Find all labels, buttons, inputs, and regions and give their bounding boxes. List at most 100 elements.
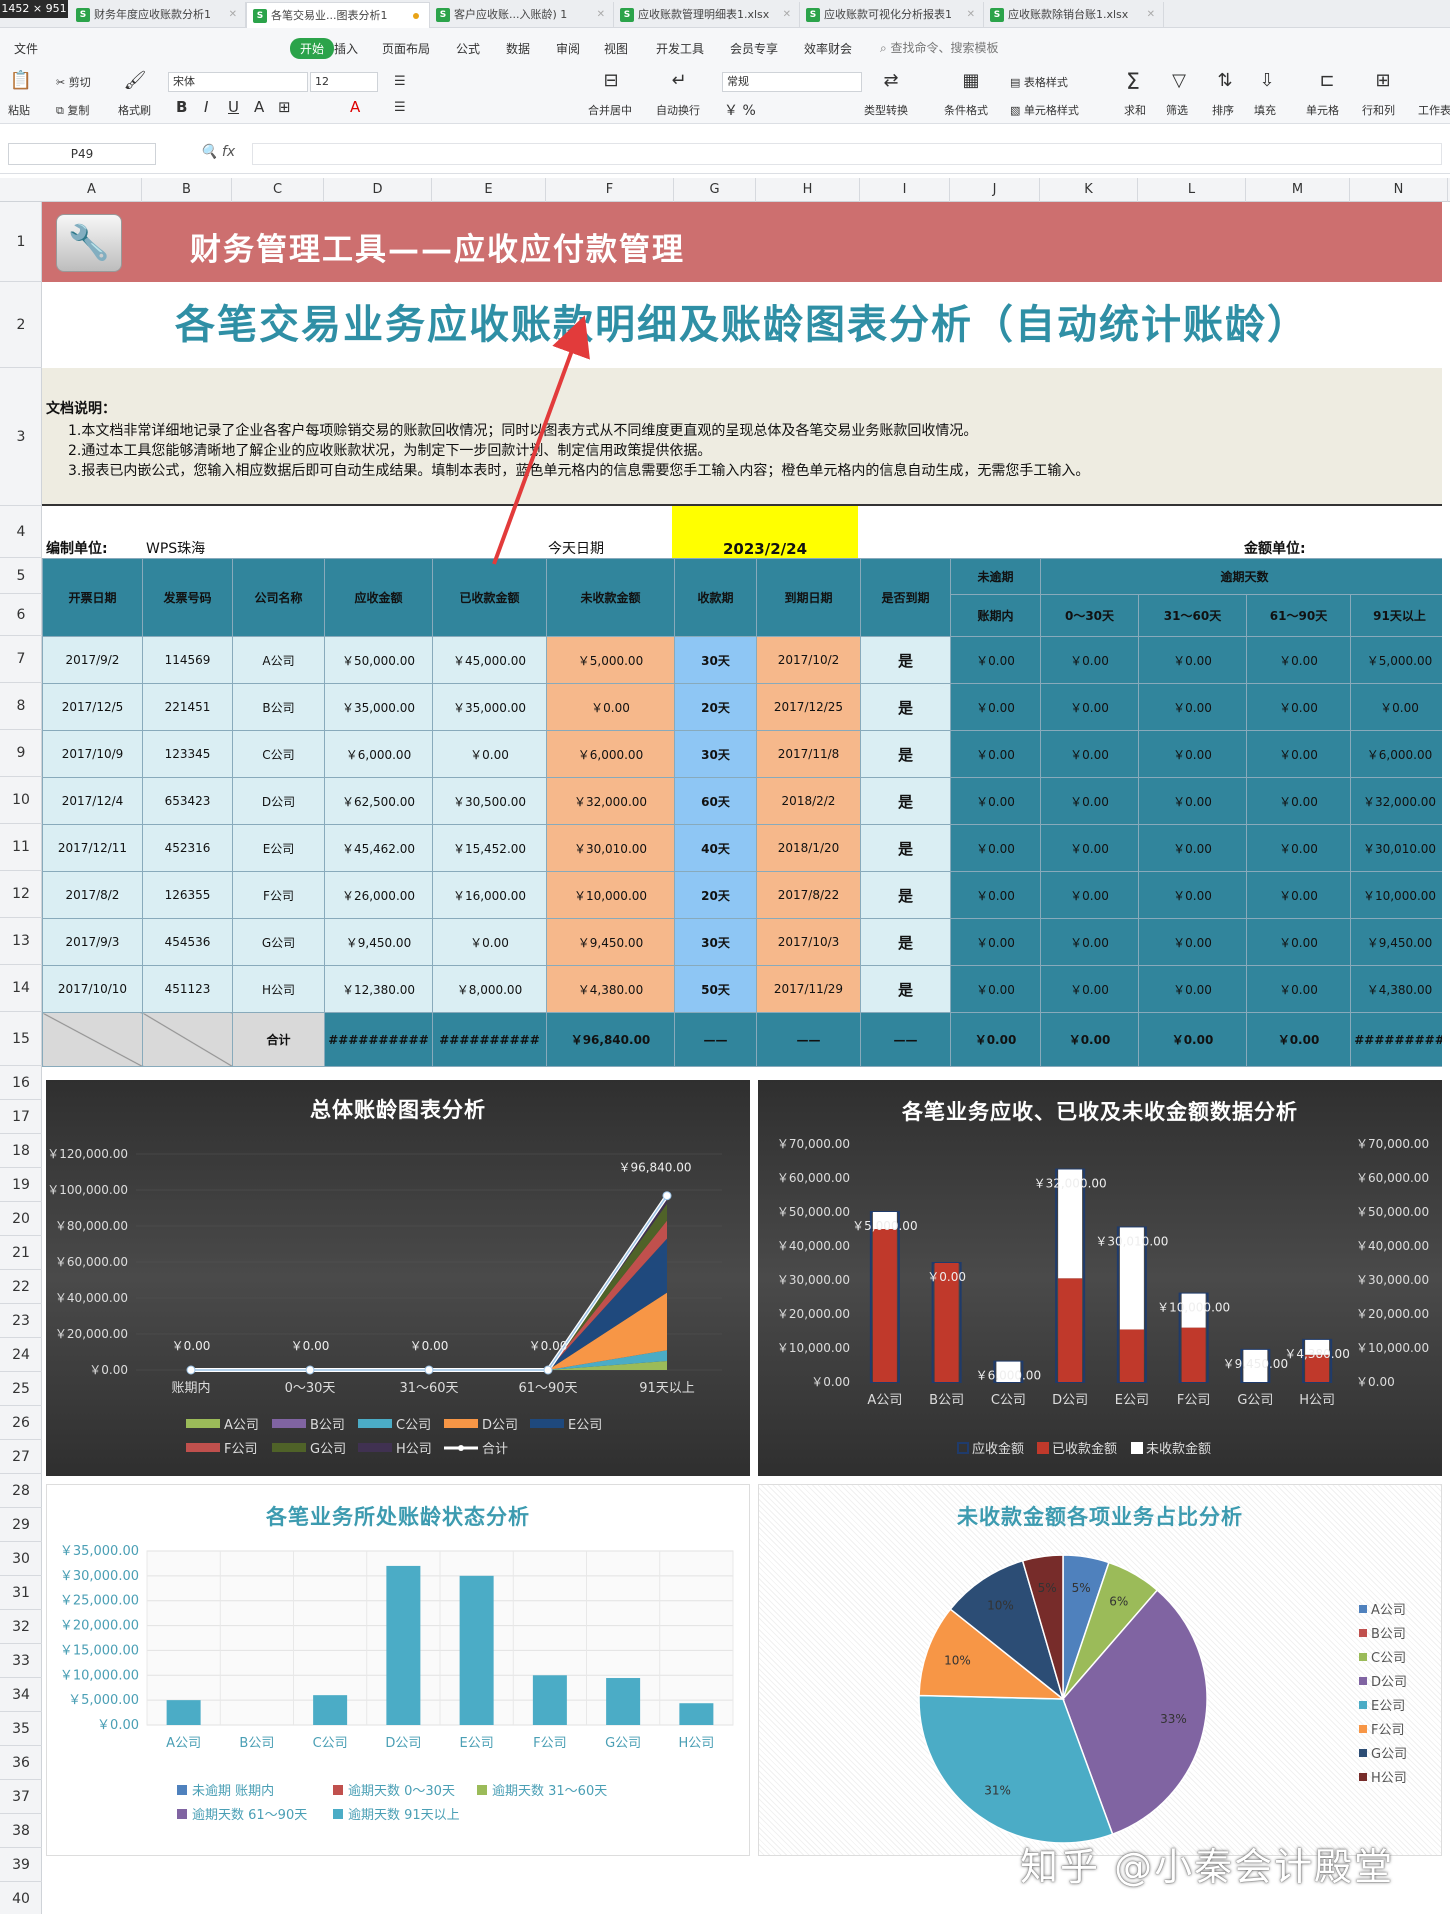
received-cell[interactable]: ￥16,000.00: [432, 871, 547, 919]
copy-button[interactable]: ⧉ 复制: [56, 102, 89, 118]
invoice-number-cell[interactable]: 452316: [142, 824, 233, 872]
search-box[interactable]: ⌕ 查找命令、搜索模板: [880, 39, 999, 56]
font-family-select[interactable]: 宋体: [168, 72, 308, 92]
column-header[interactable]: C: [232, 178, 324, 202]
group-header-overdue[interactable]: 逾期天数: [1039, 558, 1442, 595]
company-cell[interactable]: C公司: [232, 730, 325, 778]
column-header[interactable]: D: [324, 178, 432, 202]
cell-style-button[interactable]: ▧ 单元格样式: [1010, 102, 1079, 118]
is-due-cell[interactable]: 是: [860, 636, 951, 684]
overdue-91-plus-cell[interactable]: ￥4,380.00: [1349, 965, 1442, 1013]
within-term-cell[interactable]: ￥0.00: [950, 777, 1041, 825]
close-icon[interactable]: ✕: [783, 2, 791, 28]
format-painter-button[interactable]: 格式刷: [118, 102, 151, 118]
currency-button[interactable]: ￥ %: [724, 100, 756, 120]
align-top-icon[interactable]: ☰: [394, 74, 406, 89]
overdue-31-60-cell[interactable]: ￥0.00: [1138, 777, 1247, 825]
row-header[interactable]: 25: [0, 1372, 42, 1406]
invoice-date-cell[interactable]: 2017/12/4: [42, 777, 143, 825]
overdue-61-90-cell[interactable]: ￥0.00: [1246, 730, 1351, 778]
function-icon[interactable]: 🔍 fx: [200, 144, 235, 160]
cut-button[interactable]: ✂ 剪切: [56, 74, 91, 90]
menu-item[interactable]: 数据: [506, 40, 530, 57]
menu-item[interactable]: 开始: [290, 38, 335, 59]
company-cell[interactable]: G公司: [232, 918, 325, 966]
unit-value[interactable]: WPS珠海: [146, 538, 205, 558]
column-header[interactable]: B: [142, 178, 232, 202]
column-title[interactable]: 未收款金额: [546, 558, 675, 637]
total-point[interactable]: [305, 1365, 315, 1375]
paste-icon[interactable]: 📋: [6, 70, 36, 91]
number-format-select[interactable]: 常规: [722, 72, 862, 92]
column-header[interactable]: K: [1040, 178, 1138, 202]
column-title[interactable]: 是否到期: [860, 558, 951, 637]
column-title[interactable]: 公司名称: [232, 558, 325, 637]
group-header-not-overdue[interactable]: 未逾期: [950, 558, 1041, 595]
doc-tab[interactable]: S 财务年度应收账款分析1 ✕: [70, 2, 246, 28]
overdue-0-30-cell[interactable]: ￥0.00: [1040, 824, 1139, 872]
total-cell[interactable]: ##########: [324, 1012, 433, 1067]
unpaid-cell[interactable]: ￥9,450.00: [546, 918, 675, 966]
received-cell[interactable]: ￥0.00: [432, 918, 547, 966]
font-size-select[interactable]: 12: [310, 72, 378, 92]
is-due-cell[interactable]: 是: [860, 683, 951, 731]
receivable-cell[interactable]: ￥26,000.00: [324, 871, 433, 919]
row-header[interactable]: 9: [0, 730, 42, 777]
due-date-cell[interactable]: 2017/11/8: [756, 730, 861, 778]
column-title[interactable]: 开票日期: [42, 558, 143, 637]
overdue-0-30-cell[interactable]: ￥0.00: [1040, 636, 1139, 684]
fill-icon[interactable]: ⇩: [1252, 70, 1282, 91]
unpaid-cell[interactable]: ￥5,000.00: [546, 636, 675, 684]
underline-button[interactable]: U: [228, 98, 239, 116]
total-cell[interactable]: ——: [756, 1012, 861, 1067]
aging-bucket-header[interactable]: 0～30天: [1040, 594, 1139, 637]
received-bar[interactable]: [872, 1229, 897, 1382]
overdue-91-plus-cell[interactable]: ￥6,000.00: [1349, 730, 1442, 778]
row-header[interactable]: 20: [0, 1202, 42, 1236]
row-header[interactable]: 15: [0, 1012, 42, 1066]
invoice-date-cell[interactable]: 2017/12/5: [42, 683, 143, 731]
total-cell[interactable]: ￥0.00: [950, 1012, 1041, 1067]
receivable-cell[interactable]: ￥50,000.00: [324, 636, 433, 684]
unpaid-cell[interactable]: ￥30,010.00: [546, 824, 675, 872]
total-cell[interactable]: ￥0.00: [1138, 1012, 1247, 1067]
aging-bucket-header[interactable]: 31～60天: [1138, 594, 1247, 637]
column-header[interactable]: F: [546, 178, 674, 202]
column-header[interactable]: L: [1138, 178, 1246, 202]
worksheet-button[interactable]: 工作表: [1418, 102, 1450, 118]
row-header[interactable]: 22: [0, 1270, 42, 1304]
within-term-cell[interactable]: ￥0.00: [950, 824, 1041, 872]
amount-comparison-chart[interactable]: 各笔业务应收、已收及未收金额数据分析 ￥70,000.00 ￥70,000.00 ￥…: [758, 1080, 1442, 1476]
due-date-cell[interactable]: 2017/11/29: [756, 965, 861, 1013]
company-cell[interactable]: D公司: [232, 777, 325, 825]
row-header[interactable]: 3: [0, 368, 42, 506]
is-due-cell[interactable]: 是: [860, 871, 951, 919]
overdue-31-60-cell[interactable]: ￥0.00: [1138, 824, 1247, 872]
row-header[interactable]: 39: [0, 1848, 42, 1882]
name-box[interactable]: P49: [8, 143, 156, 165]
doc-tab[interactable]: S 客户应收账...入账龄) 1 ✕: [430, 2, 614, 28]
received-cell[interactable]: ￥30,500.00: [432, 777, 547, 825]
italic-button[interactable]: I: [204, 98, 208, 116]
is-due-cell[interactable]: 是: [860, 918, 951, 966]
cell-button[interactable]: 单元格: [1306, 102, 1339, 118]
invoice-date-cell[interactable]: 2017/10/10: [42, 965, 143, 1013]
within-term-cell[interactable]: ￥0.00: [950, 871, 1041, 919]
conditional-format-icon[interactable]: ▦: [956, 70, 986, 91]
close-icon[interactable]: ✕: [229, 2, 237, 28]
overdue-61-90-cell[interactable]: ￥0.00: [1246, 824, 1351, 872]
menu-item[interactable]: 审阅: [556, 40, 580, 57]
align-left-icon[interactable]: ☰: [394, 100, 406, 115]
merge-center-icon[interactable]: ⊟: [596, 70, 626, 91]
menu-item[interactable]: 插入: [334, 40, 358, 57]
column-header[interactable]: J: [950, 178, 1040, 202]
invoice-number-cell[interactable]: 114569: [142, 636, 233, 684]
menu-item[interactable]: 页面布局: [382, 40, 430, 57]
description-box[interactable]: 文档说明： 1.本文档非常详细地记录了企业各客户每项赊销交易的账款回收情况；同时…: [42, 368, 1442, 506]
received-bar[interactable]: [1181, 1327, 1206, 1382]
total-point[interactable]: [543, 1365, 553, 1375]
aging-bar[interactable]: [386, 1565, 421, 1725]
close-icon[interactable]: ✕: [597, 2, 605, 28]
overdue-0-30-cell[interactable]: ￥0.00: [1040, 871, 1139, 919]
overdue-91-plus-cell[interactable]: ￥0.00: [1349, 683, 1442, 731]
